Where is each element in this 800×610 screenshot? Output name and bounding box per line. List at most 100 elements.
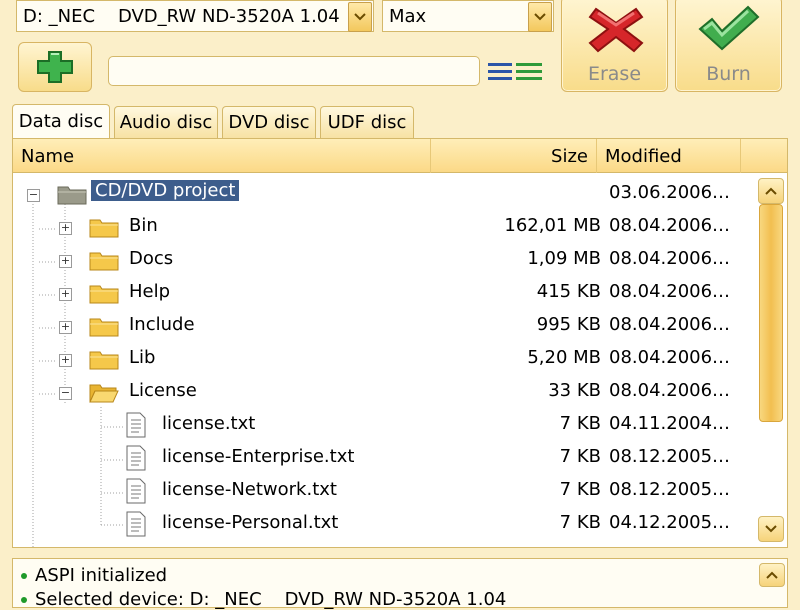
folder-icon — [89, 318, 119, 337]
drive-select[interactable]: D: _NEC DVD_RW ND-3520A 1.04 — [16, 0, 374, 32]
checkmark-icon — [698, 5, 760, 51]
tab-label: Data disc — [18, 111, 104, 132]
tab-label: DVD disc — [228, 112, 310, 133]
x-icon — [588, 7, 644, 53]
row-modified: 04.11.2004… — [609, 413, 731, 434]
file-list[interactable]: Name Size Modified − CD/DVD project 03.0… — [12, 138, 788, 548]
tree-row-help[interactable]: + Help 415 KB 08.04.2006… — [13, 277, 758, 310]
log-scroll-up-button[interactable] — [759, 563, 785, 587]
row-size: 33 KB — [548, 380, 601, 401]
tab-label: UDF disc — [327, 112, 407, 133]
log-line-text: ASPI initialized — [35, 565, 168, 586]
log-panel: ASPI initialized Selected device: D: _NE… — [12, 558, 788, 610]
scroll-down-button[interactable] — [758, 516, 784, 542]
tab-audio-disc[interactable]: Audio disc — [114, 106, 218, 138]
collapse-toggle[interactable]: − — [27, 189, 40, 202]
tree-row-file[interactable]: license-Enterprise.txt 7 KB 08.12.2005… — [13, 442, 758, 475]
log-line: ASPI initialized — [21, 565, 167, 586]
speed-select[interactable]: Max — [382, 0, 554, 32]
scroll-up-button[interactable] — [758, 178, 784, 204]
row-modified: 04.12.2005… — [609, 512, 731, 533]
collapse-toggle[interactable]: − — [59, 387, 72, 400]
chevron-down-icon — [534, 13, 546, 21]
row-name: License — [129, 380, 197, 401]
row-modified: 08.12.2005… — [609, 446, 731, 467]
folder-icon — [89, 252, 119, 271]
scroll-thumb[interactable] — [759, 204, 783, 422]
expand-toggle[interactable]: + — [59, 222, 72, 235]
tree-row-lib[interactable]: + Lib 5,20 MB 08.04.2006… — [13, 343, 758, 376]
row-size: 7 KB — [559, 479, 601, 500]
row-size: 995 KB — [536, 314, 601, 335]
row-size: 415 KB — [536, 281, 601, 302]
row-size: 7 KB — [559, 413, 601, 434]
add-files-button[interactable] — [18, 42, 92, 92]
row-name: Include — [129, 314, 195, 335]
row-size: 162,01 MB — [504, 215, 601, 236]
row-name: Lib — [129, 347, 156, 368]
path-input[interactable] — [108, 56, 480, 86]
folder-icon — [89, 351, 119, 370]
list-scrollbar[interactable] — [758, 178, 784, 546]
row-name: Bin — [129, 215, 158, 236]
row-modified: 08.04.2006… — [609, 380, 731, 401]
list-view-icon — [488, 63, 542, 80]
burn-button-label: Burn — [706, 63, 751, 85]
tree-row-docs[interactable]: + Docs 1,09 MB 08.04.2006… — [13, 244, 758, 277]
tree-row-file[interactable]: license-Network.txt 7 KB 08.12.2005… — [13, 475, 758, 508]
row-size: 7 KB — [559, 512, 601, 533]
status-bullet-icon — [21, 597, 27, 603]
row-modified: 08.04.2006… — [609, 281, 731, 302]
column-header-size-label: Size — [551, 145, 588, 167]
speed-select-value: Max — [389, 5, 427, 27]
burn-button[interactable]: Burn — [675, 0, 782, 92]
row-size: 1,09 MB — [527, 248, 601, 269]
folder-icon — [89, 285, 119, 304]
column-header-modified[interactable]: Modified — [597, 139, 741, 173]
text-file-icon — [126, 445, 146, 471]
expand-toggle[interactable]: + — [59, 354, 72, 367]
drive-dropdown-button[interactable] — [348, 2, 372, 32]
row-modified: 08.04.2006… — [609, 215, 731, 236]
tree-row-include[interactable]: + Include 995 KB 08.04.2006… — [13, 310, 758, 343]
erase-button[interactable]: Erase — [561, 0, 668, 92]
chevron-up-icon — [766, 571, 778, 579]
row-name: CD/DVD project — [91, 180, 240, 201]
plus-icon — [37, 51, 73, 83]
row-name: license.txt — [162, 413, 256, 434]
row-modified: 08.04.2006… — [609, 347, 731, 368]
row-modified: 08.04.2006… — [609, 248, 731, 269]
column-header-extra[interactable] — [741, 139, 787, 173]
row-name: license-Personal.txt — [162, 512, 339, 533]
tab-dvd-disc[interactable]: DVD disc — [222, 106, 316, 138]
expand-toggle[interactable]: + — [59, 321, 72, 334]
chevron-up-icon — [765, 187, 777, 195]
row-name: license-Enterprise.txt — [162, 446, 355, 467]
speed-dropdown-button[interactable] — [528, 2, 552, 32]
view-mode-button[interactable] — [488, 60, 544, 82]
tree-row-file[interactable]: license.txt 7 KB 04.11.2004… — [13, 409, 758, 442]
tree-row-file[interactable]: license-Personal.txt 7 KB 04.12.2005… — [13, 508, 758, 541]
folder-icon — [57, 186, 87, 205]
tab-data-disc[interactable]: Data disc — [12, 104, 110, 138]
drive-select-value: D: _NEC DVD_RW ND-3520A 1.04 — [23, 5, 340, 27]
tree-row-root[interactable]: − CD/DVD project 03.06.2006… — [13, 178, 758, 211]
tab-udf-disc[interactable]: UDF disc — [320, 106, 414, 138]
chevron-down-icon — [765, 525, 777, 533]
status-bullet-icon — [21, 573, 27, 579]
expand-toggle[interactable]: + — [59, 255, 72, 268]
expand-toggle[interactable]: + — [59, 288, 72, 301]
row-name: Docs — [129, 248, 174, 269]
row-modified: 08.04.2006… — [609, 314, 731, 335]
column-header-size[interactable]: Size — [431, 139, 597, 173]
column-header-modified-label: Modified — [605, 145, 682, 167]
row-modified: 03.06.2006… — [609, 182, 731, 203]
row-size: 5,20 MB — [527, 347, 601, 368]
tree-row-license[interactable]: − License 33 KB 08.04.2006… — [13, 376, 758, 409]
folder-icon — [89, 219, 119, 238]
chevron-down-icon — [354, 13, 366, 21]
text-file-icon — [126, 511, 146, 537]
erase-button-label: Erase — [587, 63, 642, 85]
tree-row-bin[interactable]: + Bin 162,01 MB 08.04.2006… — [13, 211, 758, 244]
column-header-name[interactable]: Name — [13, 139, 431, 173]
